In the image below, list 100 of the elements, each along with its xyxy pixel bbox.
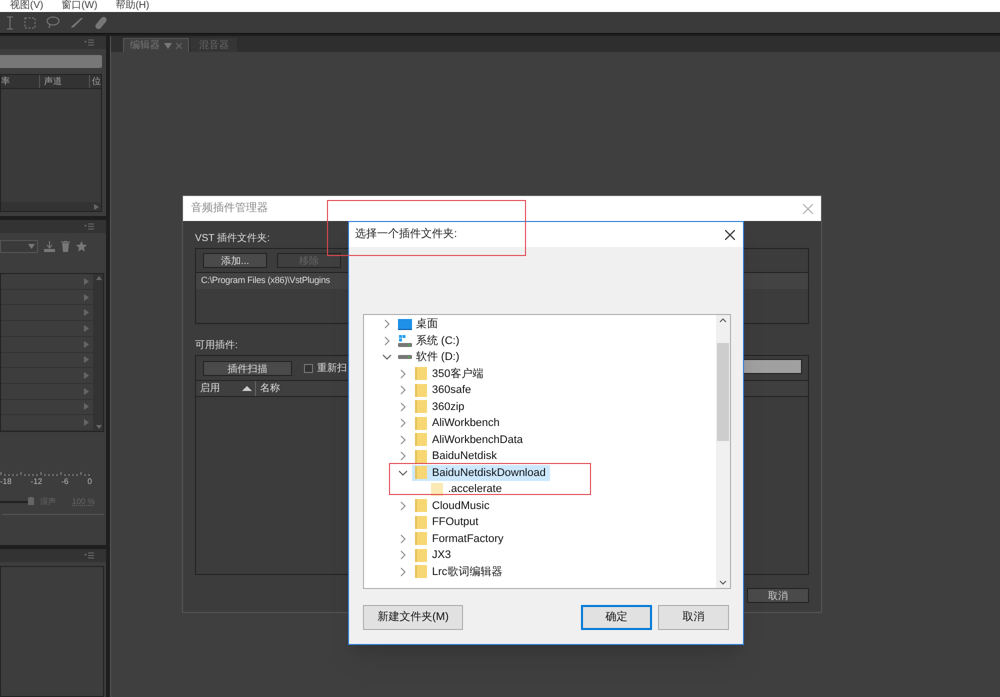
chevron-right-icon[interactable]: [398, 451, 408, 462]
chevron-right-icon[interactable]: [398, 534, 408, 544]
tree-item[interactable]: 桌面: [396, 316, 442, 332]
column-header[interactable]: 启用: [196, 381, 256, 396]
folder-path[interactable]: C:\Program Files (x86)\VstPlugins: [201, 274, 330, 288]
tree-item[interactable]: 350客户端: [412, 366, 488, 382]
section-label: 可用插件:: [195, 339, 238, 353]
folder-icon: [414, 433, 428, 446]
chevron-right-icon[interactable]: [398, 500, 408, 511]
chevron-right-icon[interactable]: [398, 566, 408, 577]
meter-label: 0: [88, 476, 92, 488]
tree-item[interactable]: FormatFactory: [412, 530, 508, 547]
expand-arrow-icon[interactable]: [84, 403, 89, 410]
meter-label: -18: [0, 476, 12, 488]
scroll-right-icon[interactable]: [94, 204, 99, 210]
new-folder-button[interactable]: 新建文件夹(M): [363, 605, 463, 630]
menu-item[interactable]: 帮助(H): [115, 1, 150, 11]
slider-thumb[interactable]: [28, 497, 34, 505]
menu-item[interactable]: 视图(V): [10, 1, 44, 11]
folder-icon: [414, 499, 428, 512]
folder-icon: [414, 416, 428, 430]
preset-dropdown[interactable]: [0, 240, 38, 252]
chevron-right-icon[interactable]: [382, 319, 392, 330]
expand-arrow-icon[interactable]: [84, 356, 89, 364]
expand-arrow-icon[interactable]: [84, 278, 89, 285]
text-cursor-icon[interactable]: [6, 16, 14, 30]
tree-item[interactable]: Lrc歌词编辑器: [412, 564, 506, 580]
star-icon[interactable]: [76, 240, 87, 252]
expand-arrow-icon[interactable]: [84, 324, 89, 332]
meter-label: -12: [30, 476, 42, 488]
brush-icon[interactable]: [70, 16, 84, 28]
chevron-down-icon[interactable]: [382, 352, 392, 362]
button[interactable]: 添加...: [203, 253, 267, 268]
dialog-title: 选择一个插件文件夹:: [355, 226, 458, 242]
chevron-right-icon[interactable]: [398, 418, 408, 428]
folder-icon: [414, 450, 428, 463]
expand-arrow-icon[interactable]: [84, 340, 89, 348]
trash-icon[interactable]: [61, 240, 70, 252]
scroll-up-icon[interactable]: [719, 318, 727, 323]
download-icon[interactable]: [44, 240, 55, 252]
tree-item[interactable]: BaiduNetdisk: [412, 448, 501, 464]
tree-item[interactable]: BaiduNetdiskDownload: [412, 464, 550, 481]
tree-item[interactable]: 360zip: [412, 398, 468, 415]
column-header[interactable]: 位: [89, 74, 101, 88]
folder-icon: [414, 466, 428, 480]
folder-icon: [414, 516, 428, 529]
marquee-icon[interactable]: [24, 16, 36, 28]
chevron-right-icon[interactable]: [398, 402, 408, 412]
panel-menu-icon[interactable]: [84, 39, 94, 46]
expand-arrow-icon[interactable]: [84, 372, 89, 380]
meter-ticks-icon: [0, 472, 90, 476]
ok-button[interactable]: 确定: [581, 605, 652, 630]
folder-icon: [414, 548, 428, 562]
close-icon[interactable]: [725, 230, 735, 240]
cancel-button[interactable]: 取消: [747, 588, 809, 603]
tree-item[interactable]: .accelerate: [428, 481, 506, 498]
search-field[interactable]: [0, 55, 102, 68]
panel-menu-icon[interactable]: [84, 223, 94, 230]
section-label: VST 插件文件夹:: [195, 232, 270, 246]
folder-icon: [414, 384, 428, 397]
chevron-right-icon[interactable]: [398, 368, 408, 379]
lasso-icon[interactable]: [46, 16, 60, 29]
chevron-right-icon[interactable]: [398, 434, 408, 445]
tree-item[interactable]: 软件 (D:): [396, 349, 464, 366]
dropdown-icon: [28, 244, 35, 248]
folder-icon: [414, 400, 428, 414]
expand-arrow-icon[interactable]: [84, 388, 89, 395]
expand-arrow-icon[interactable]: [84, 309, 89, 316]
drive-icon: [398, 355, 412, 360]
tree-item[interactable]: 360safe: [412, 382, 476, 398]
chevron-right-icon[interactable]: [398, 550, 408, 560]
dropdown-icon[interactable]: [164, 42, 172, 48]
cancel-button[interactable]: 取消: [658, 605, 729, 630]
scrollbar[interactable]: [716, 315, 730, 588]
chevron-right-icon[interactable]: [382, 336, 392, 346]
expand-arrow-icon[interactable]: [84, 294, 89, 301]
folder-icon: [414, 532, 428, 546]
scroll-down-icon[interactable]: [719, 580, 727, 585]
drive-icon: [398, 334, 412, 347]
tree-item[interactable]: JX3: [412, 547, 455, 564]
tree-item[interactable]: AliWorkbench: [412, 415, 504, 432]
expand-arrow-icon[interactable]: [84, 419, 89, 426]
desktop-icon: [398, 318, 412, 330]
column-header[interactable]: 声道: [39, 74, 89, 88]
tree-item[interactable]: FFOutput: [412, 514, 482, 530]
tree-item[interactable]: CloudMusic: [412, 498, 494, 514]
folder-icon: [414, 367, 428, 380]
chevron-down-icon[interactable]: [398, 468, 408, 478]
panel-menu-icon[interactable]: [84, 552, 94, 559]
checkbox[interactable]: [304, 364, 313, 372]
chevron-right-icon[interactable]: [398, 385, 408, 396]
folder-icon: [430, 482, 444, 496]
meter-label: -6: [61, 476, 68, 488]
checkbox-label: 重新扫: [317, 362, 347, 376]
folder-icon: [414, 565, 428, 578]
column-header[interactable]: 率: [1, 74, 39, 88]
scan-button[interactable]: 插件扫描: [203, 360, 292, 376]
dialog-title: 音频插件管理器: [191, 200, 268, 216]
tree-item[interactable]: 系统 (C:): [396, 332, 464, 349]
tree-item[interactable]: AliWorkbenchData: [412, 432, 527, 448]
